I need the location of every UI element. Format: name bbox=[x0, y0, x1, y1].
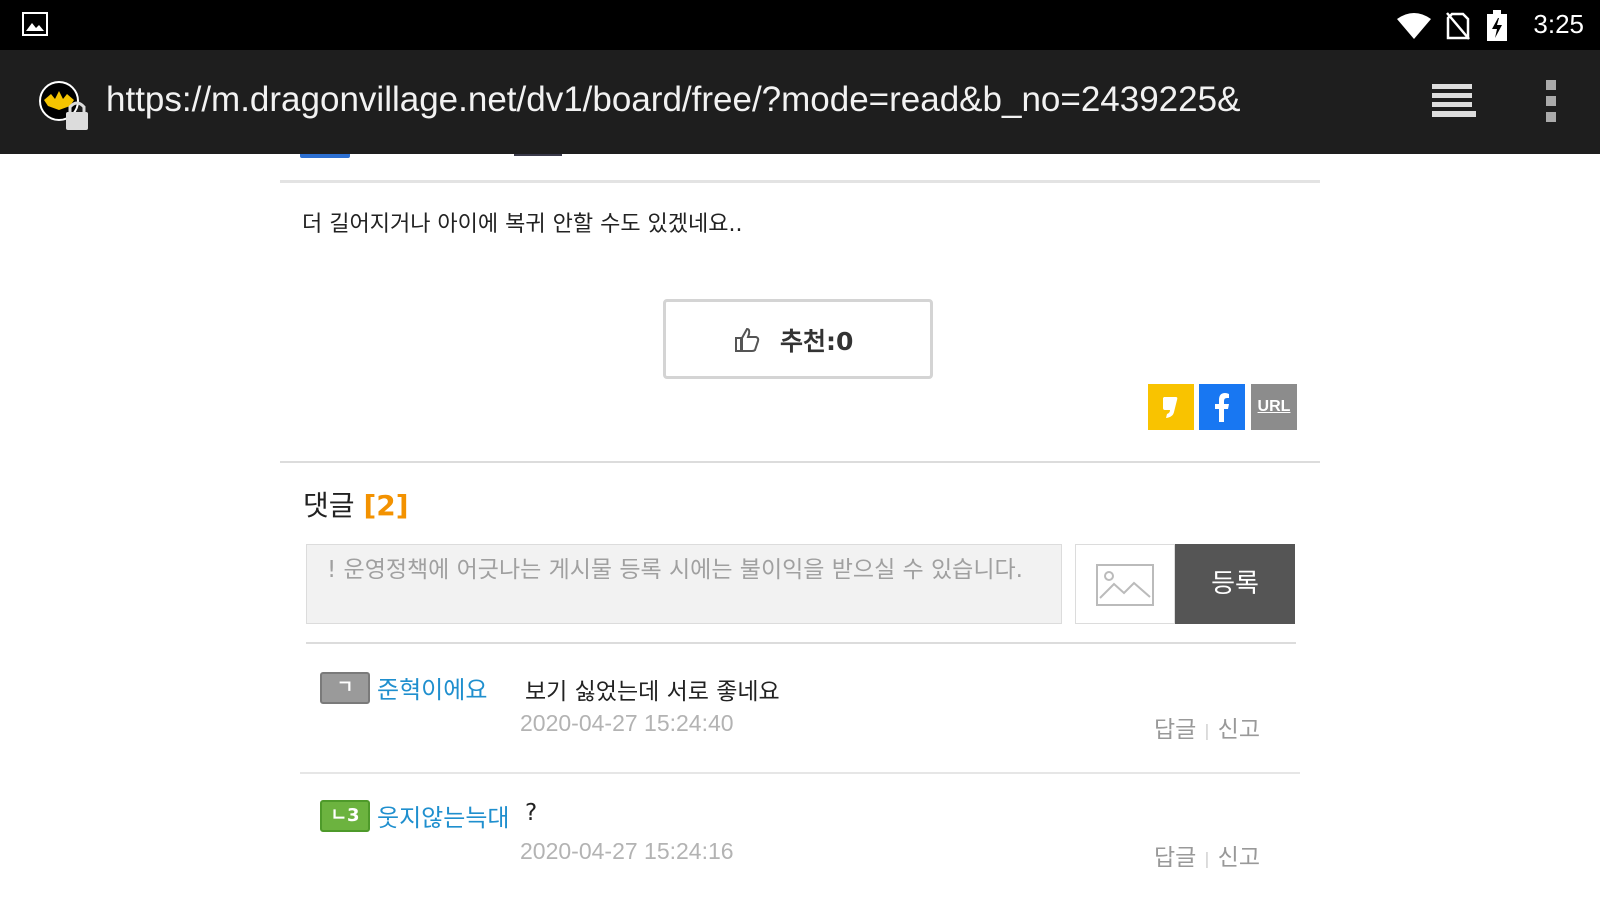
comment-actions: 답글 | 신고 bbox=[1154, 838, 1260, 872]
comment-actions: 답글 | 신고 bbox=[1154, 710, 1260, 744]
tabs-icon[interactable] bbox=[1430, 80, 1478, 120]
comments-header: 댓글 [2] bbox=[303, 484, 409, 524]
comments-title: 댓글 bbox=[303, 489, 355, 522]
post-content: 더 길어지거나 아이에 복귀 안할 수도 있겠네요.. 추천:0 URL 댓글 … bbox=[280, 154, 1320, 900]
comment-date: 2020-04-27 15:24:16 bbox=[520, 838, 734, 864]
section-divider bbox=[280, 461, 1320, 463]
attach-image-button[interactable] bbox=[1075, 544, 1175, 624]
comment-text: 보기 싫었는데 서로 좋네요 bbox=[525, 679, 780, 705]
comment-author[interactable]: 웃지않는늑대 bbox=[377, 798, 509, 833]
clock: 3:25 bbox=[1533, 9, 1584, 39]
site-favicon-icon bbox=[39, 81, 88, 130]
reply-button[interactable]: 답글 bbox=[1154, 717, 1196, 743]
recommend-count: 추천:0 bbox=[780, 327, 854, 356]
report-button[interactable]: 신고 bbox=[1218, 717, 1260, 743]
comment-item: ㄴ3 웃지않는늑대 ? 2020-04-27 15:24:16 답글 | 신고 bbox=[280, 782, 1320, 892]
share-kakao-button[interactable] bbox=[1148, 384, 1194, 430]
comments-count: [2] bbox=[363, 489, 409, 522]
level-badge: ㄴ3 bbox=[320, 800, 370, 832]
comment-divider bbox=[300, 772, 1300, 774]
overflow-menu-icon[interactable] bbox=[1544, 80, 1558, 122]
comment-input[interactable]: ! 운영정책에 어긋나는 게시물 등록 시에는 불이익을 받으실 수 있습니다. bbox=[306, 544, 1062, 624]
action-separator: | bbox=[1204, 849, 1210, 868]
wifi-icon bbox=[1397, 13, 1431, 39]
battery-charging-icon bbox=[1487, 10, 1507, 41]
url-text[interactable]: https://m.dragonvillage.net/dv1/board/fr… bbox=[106, 80, 1240, 120]
comment-input-placeholder: ! 운영정책에 어긋나는 게시물 등록 시에는 불이익을 받으실 수 있습니다. bbox=[327, 557, 1023, 583]
facebook-icon bbox=[1215, 393, 1229, 422]
comment-author[interactable]: 준혁이에요 bbox=[377, 670, 487, 705]
post-meta-cutoff bbox=[280, 154, 1320, 183]
status-bar: 3:25 bbox=[0, 0, 1600, 50]
kakaostory-icon bbox=[1163, 397, 1178, 418]
level-badge: ㄱ bbox=[320, 672, 370, 704]
comment-date: 2020-04-27 15:24:40 bbox=[520, 710, 734, 736]
comment-item: ㄱ 준혁이에요 보기 싫었는데 서로 좋네요 2020-04-27 15:24:… bbox=[280, 654, 1320, 764]
no-sim-icon bbox=[1446, 12, 1470, 40]
thumbs-up-icon bbox=[735, 327, 760, 352]
share-url-button[interactable]: URL bbox=[1251, 384, 1297, 430]
browser-toolbar: https://m.dragonvillage.net/dv1/board/fr… bbox=[0, 50, 1600, 154]
reply-button[interactable]: 답글 bbox=[1154, 845, 1196, 871]
share-facebook-button[interactable] bbox=[1199, 384, 1245, 430]
action-separator: | bbox=[1204, 721, 1210, 740]
comment-submit-button[interactable]: 등록 bbox=[1175, 544, 1295, 624]
post-body: 더 길어지거나 아이에 복귀 안할 수도 있겠네요.. bbox=[302, 212, 743, 237]
report-button[interactable]: 신고 bbox=[1218, 845, 1260, 871]
comment-input-divider bbox=[306, 642, 1296, 644]
recommend-button[interactable]: 추천:0 bbox=[663, 299, 933, 379]
share-url-label: URL bbox=[1257, 398, 1291, 415]
gallery-icon bbox=[22, 12, 48, 36]
comment-text: ? bbox=[525, 800, 538, 826]
image-icon bbox=[1096, 564, 1154, 606]
